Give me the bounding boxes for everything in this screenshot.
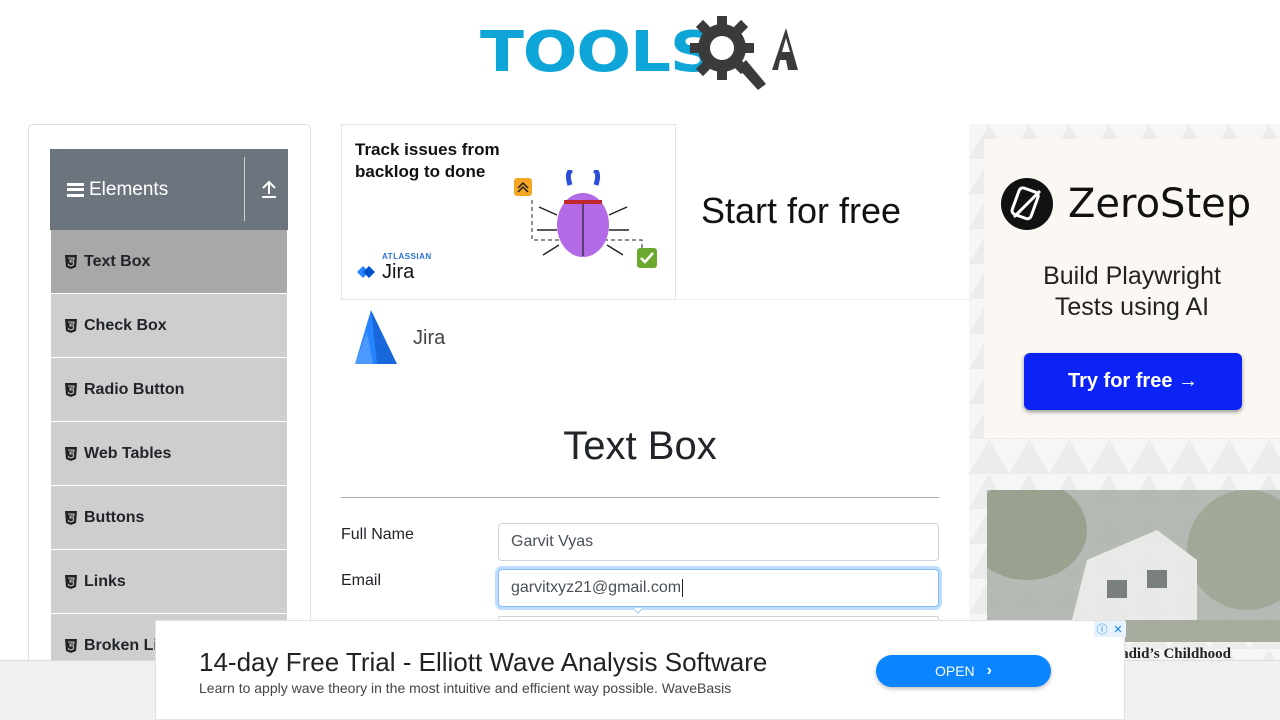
group-title: Elements bbox=[89, 178, 169, 200]
html5-icon bbox=[65, 382, 77, 397]
open-button[interactable]: OPEN › bbox=[876, 655, 1051, 687]
full-name-label: Full Name bbox=[341, 526, 414, 543]
jira-ad-banner[interactable]: Track issues from backlog to done ATLASS… bbox=[341, 124, 969, 300]
sidebar-item-check-box[interactable]: Check Box bbox=[50, 294, 288, 358]
sidebar-item-buttons[interactable]: Buttons bbox=[50, 486, 288, 550]
email-input[interactable]: garvitxyz21@gmail.com bbox=[498, 569, 939, 607]
sidebar-item-text-box[interactable]: Text Box bbox=[50, 230, 288, 294]
sidebar-item-links[interactable]: Links bbox=[50, 550, 288, 614]
tooltip-arrow-icon bbox=[632, 607, 644, 614]
sidebar-item-label: Check Box bbox=[84, 316, 167, 334]
jira-logo-icon bbox=[355, 310, 397, 364]
title-divider bbox=[341, 497, 939, 498]
jira-small-label: Jira bbox=[382, 261, 415, 283]
collapse-arrow-icon[interactable] bbox=[261, 179, 277, 199]
html5-icon bbox=[65, 446, 77, 461]
atlassian-label: ATLASSIAN bbox=[382, 252, 432, 261]
zerostep-logo: ZeroStep bbox=[1000, 177, 1251, 231]
sidebar-item-label: Web Tables bbox=[84, 444, 172, 462]
right-ad-column: ZeroStep Build Playwright Tests using AI… bbox=[969, 124, 1280, 660]
zerostep-brand: ZeroStep bbox=[1068, 181, 1252, 227]
start-for-free-cta[interactable]: Start for free bbox=[701, 190, 901, 232]
html5-icon bbox=[65, 574, 77, 589]
bottom-ad[interactable]: 14-day Free Trial - Elliott Wave Analysi… bbox=[155, 620, 1126, 720]
header-divider bbox=[244, 157, 245, 221]
html5-icon bbox=[65, 510, 77, 525]
chevron-right-icon: › bbox=[986, 662, 992, 679]
info-icon[interactable]: ⓘ bbox=[1094, 621, 1110, 637]
open-button-label: OPEN bbox=[934, 663, 975, 679]
bottom-ad-headline: 14-day Free Trial - Elliott Wave Analysi… bbox=[199, 647, 768, 677]
elements-menu: Text Box Check Box Radio Button Web Tabl… bbox=[50, 230, 288, 678]
sidebar-item-web-tables[interactable]: Web Tables bbox=[50, 422, 288, 486]
sidebar-item-label: Links bbox=[84, 572, 126, 590]
bug-illustration-icon bbox=[514, 170, 657, 268]
zerostep-ad[interactable]: ZeroStep Build Playwright Tests using AI… bbox=[984, 139, 1280, 438]
close-icon[interactable]: ✕ bbox=[1110, 621, 1126, 637]
html5-icon bbox=[65, 318, 77, 333]
jira-advertiser-row[interactable]: Jira bbox=[341, 308, 445, 368]
html5-icon bbox=[65, 638, 77, 653]
page-title: Text Box bbox=[563, 424, 717, 468]
hamburger-icon bbox=[67, 182, 84, 197]
zerostep-mark-icon bbox=[1001, 178, 1053, 230]
adchoices[interactable]: ⓘ ✕ bbox=[1094, 621, 1126, 637]
full-name-value: Garvit Vyas bbox=[511, 533, 594, 550]
text-caret bbox=[682, 579, 684, 597]
jira-small-logo-icon bbox=[357, 266, 375, 278]
sidebar-item-label: Text Box bbox=[84, 252, 151, 270]
sidebar-item-label: Buttons bbox=[84, 508, 145, 526]
sidebar-item-radio-button[interactable]: Radio Button bbox=[50, 358, 288, 422]
sidebar-item-label: Radio Button bbox=[84, 380, 185, 398]
toolsqa-logo[interactable]: TOOLS bbox=[480, 14, 805, 92]
advertiser-name: Jira bbox=[413, 326, 446, 349]
zerostep-tagline: Build Playwright Tests using AI bbox=[1043, 262, 1221, 321]
try-for-free-button[interactable]: Try for free → bbox=[1024, 353, 1242, 410]
bottom-ad-subtext: Learn to apply wave theory in the most i… bbox=[199, 680, 732, 696]
gear-magnifier-icon bbox=[690, 16, 798, 90]
html5-icon bbox=[65, 254, 77, 269]
email-value: garvitxyz21@gmail.com bbox=[511, 579, 682, 596]
ad-headline: Track issues from backlog to done bbox=[355, 140, 500, 181]
elements-group-header[interactable]: Elements bbox=[50, 149, 288, 230]
jira-ad-image: Track issues from backlog to done ATLASS… bbox=[341, 124, 676, 300]
email-label: Email bbox=[341, 572, 382, 589]
full-name-input[interactable]: Garvit Vyas bbox=[498, 523, 939, 561]
logo-text: TOOLS bbox=[480, 20, 716, 85]
